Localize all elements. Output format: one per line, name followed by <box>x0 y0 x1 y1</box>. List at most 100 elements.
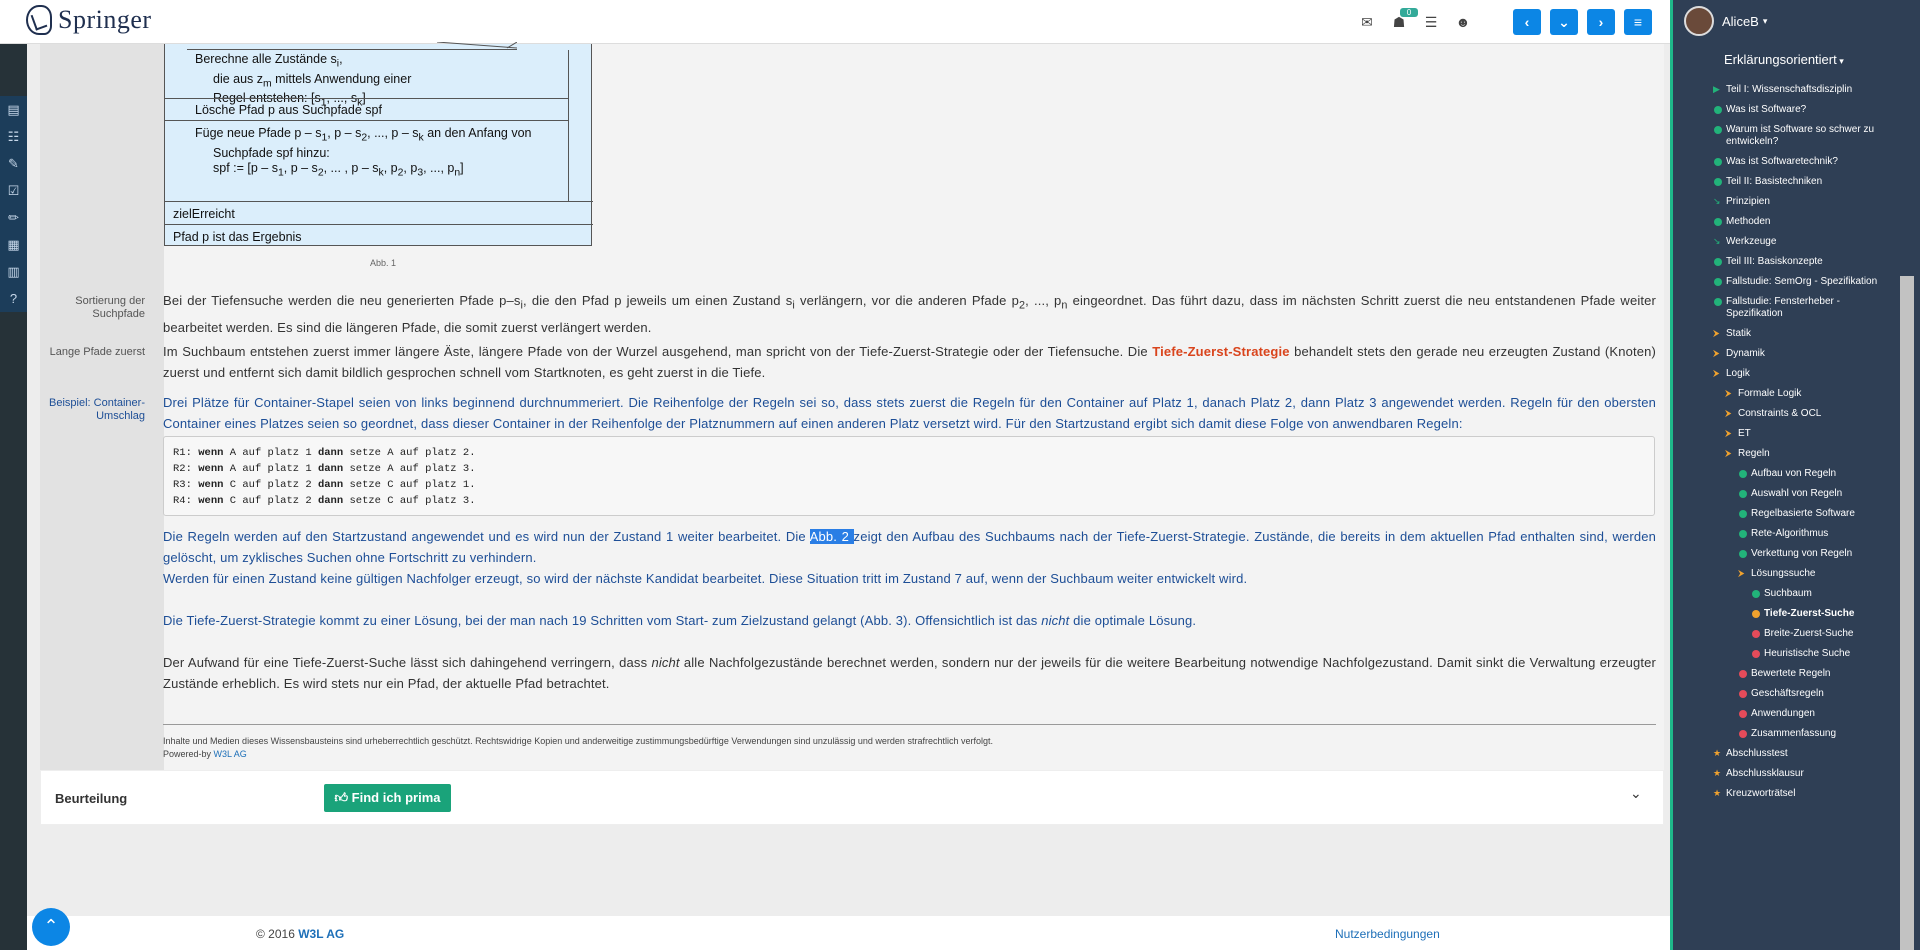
toc-item[interactable]: Was ist Softwaretechnik? <box>1712 152 1897 172</box>
toc-item[interactable]: Zusammenfassung <box>1737 724 1897 744</box>
toc-item[interactable]: ⮞ Dynamik <box>1712 344 1897 364</box>
toc-item[interactable]: Was ist Software? <box>1712 100 1897 120</box>
users-icon[interactable]: ☗ 0 <box>1390 8 1418 31</box>
left-rail: ▤ ☷ ✎ ☑ ✏ ▦ ▥ ? <box>0 44 27 950</box>
toc-item-label: Bewertete Regeln <box>1751 668 1831 679</box>
glossary-link-tiefe-zuerst[interactable]: Tiefe-Zuerst-Strategie <box>1152 344 1289 359</box>
book-icon[interactable]: ▥ <box>0 258 27 285</box>
toc-item-label: Tiefe-Zuerst-Suche <box>1764 608 1855 619</box>
toc-item-label: Werkzeuge <box>1726 236 1777 247</box>
springer-logo[interactable]: Springer <box>26 5 152 35</box>
next-button[interactable]: › <box>1587 9 1615 35</box>
toc-item[interactable]: ⮞ Regeln <box>1724 444 1897 464</box>
toc-item[interactable]: ⮞ ET <box>1724 424 1897 444</box>
caret-down-icon: ▾ <box>1836 56 1844 66</box>
toc-item-label: Teil III: Basiskonzepte <box>1726 256 1823 267</box>
help-icon[interactable]: ? <box>0 285 27 312</box>
toc-item[interactable]: ⮞ Lösungssuche <box>1737 564 1897 584</box>
toc-item[interactable]: ↘ Werkzeuge <box>1712 232 1897 252</box>
paragraph-loesung: Die Tiefe-Zuerst-Strategie kommt zu eine… <box>163 610 1656 631</box>
figure-text: Suchpfade spf hinzu: <box>213 145 330 160</box>
para-text: , ..., p <box>1025 293 1062 308</box>
para-text: , die den Pfad p jeweils um einen Zustan… <box>523 293 793 308</box>
toc-item[interactable]: Fallstudie: SemOrg - Spezifikation <box>1712 272 1897 292</box>
chevron-down-icon[interactable]: ⌄ <box>1630 785 1642 802</box>
toc-item[interactable]: Suchbaum <box>1750 584 1897 604</box>
toc-item[interactable]: Heuristische Suche <box>1750 644 1897 664</box>
toc-item[interactable]: ⮞ Statik <box>1712 324 1897 344</box>
calculator-icon[interactable]: ▦ <box>0 231 27 258</box>
toc-item[interactable]: Aufbau von Regeln <box>1737 464 1897 484</box>
toc-item[interactable]: Fallstudie: Fensterheber - Spezifikation <box>1712 292 1897 324</box>
group-icon[interactable]: ☻ <box>1454 14 1472 31</box>
toc-item[interactable]: Anwendungen <box>1737 704 1897 724</box>
toc-item[interactable]: Geschäftsregeln <box>1737 684 1897 704</box>
like-button[interactable]: 👍︎ Find ich prima <box>324 784 451 812</box>
toc-item[interactable]: ▶ Teil I: Wissenschaftsdisziplin <box>1712 80 1897 100</box>
menu-button[interactable]: ≡ <box>1624 9 1652 35</box>
toc-item-label: Zusammenfassung <box>1751 728 1837 739</box>
scroll-top-button[interactable]: ⌃ <box>32 908 70 946</box>
toc-item[interactable]: Bewertete Regeln <box>1737 664 1897 684</box>
mail-icon[interactable]: ✉ <box>1358 14 1376 31</box>
toc-item[interactable]: Breite-Zuerst-Suche <box>1750 624 1897 644</box>
toc-item[interactable]: ⮞ Formale Logik <box>1724 384 1897 404</box>
checklist-icon[interactable]: ☑ <box>0 177 27 204</box>
toc-item[interactable]: Regelbasierte Software <box>1737 504 1897 524</box>
toc-item[interactable]: Verkettung von Regeln <box>1737 544 1897 564</box>
toc-item[interactable]: Teil II: Basistechniken <box>1712 172 1897 192</box>
toc-item-label: Formale Logik <box>1738 388 1802 399</box>
toc-item[interactable]: Warum ist Software so schwer zu entwicke… <box>1712 120 1897 152</box>
toc-item[interactable]: ↘ Prinzipien <box>1712 192 1897 212</box>
toc-item[interactable]: ⮞ Logik <box>1712 364 1897 384</box>
figure-row-ziel: zielErreicht <box>165 201 593 224</box>
figure-text: mittels Anwendung einer <box>271 71 412 86</box>
toc-item[interactable]: Teil III: Basiskonzepte <box>1712 252 1897 272</box>
figure-text: ] <box>460 160 464 175</box>
toc-item[interactable]: ★ Kreuzworträtsel <box>1712 784 1897 804</box>
figure-text: , p <box>403 160 418 175</box>
notice-divider <box>163 724 1656 725</box>
traffic-light-icon[interactable]: ☷ <box>0 123 27 150</box>
toc-item-label: Abschlussklausur <box>1726 768 1804 779</box>
terms-link[interactable]: Nutzerbedingungen <box>1335 927 1440 941</box>
toc-item[interactable]: Auswahl von Regeln <box>1737 484 1897 504</box>
w3l-link[interactable]: W3L AG <box>214 749 247 759</box>
figure-text: , ... , p – s <box>323 160 379 175</box>
pencil-icon[interactable]: ✏ <box>0 204 27 231</box>
edit-doc-icon[interactable]: ✎ <box>0 150 27 177</box>
paragraph-regeln-angewendet: Die Regeln werden auf den Startzustand a… <box>163 526 1656 589</box>
toc-item-label: Fallstudie: SemOrg - Spezifikation <box>1726 276 1878 287</box>
para-text: Die Regeln werden auf den Startzustand a… <box>163 529 810 544</box>
user-menu[interactable]: AliceB ▾ <box>1684 6 1767 36</box>
expand-arrow-icon: ⮞ <box>1713 328 1720 338</box>
toc-item[interactable]: ⮞ Constraints & OCL <box>1724 404 1897 424</box>
toc-item-label: Lösungssuche <box>1751 568 1816 579</box>
figure-diagonal <box>436 42 517 49</box>
status-dot-icon <box>1714 218 1722 226</box>
code-line: R2: wenn A auf platz 1 dann setze A auf … <box>173 463 476 475</box>
toc-item-label: Suchbaum <box>1764 588 1812 599</box>
toc-item[interactable]: Rete-Algorithmus <box>1737 524 1897 544</box>
toc-item[interactable]: Methoden <box>1712 212 1897 232</box>
figure-abb-1: Berechne alle Zustände si, die aus zm mi… <box>164 42 593 246</box>
prev-button[interactable]: ‹ <box>1513 9 1541 35</box>
company-link[interactable]: W3L AG <box>298 927 344 941</box>
toc-item[interactable]: ★ Abschlussklausur <box>1712 764 1897 784</box>
toc-item[interactable]: ★ Abschlusstest <box>1712 744 1897 764</box>
figure-text: , p – s <box>283 160 318 175</box>
expand-down-button[interactable]: ⌄ <box>1550 9 1578 35</box>
star-icon: ★ <box>1713 788 1722 798</box>
list-indent-icon[interactable]: ☰ <box>1422 14 1440 31</box>
figure-text: , ..., p – s <box>367 126 419 140</box>
mode-dropdown[interactable]: Erklärungsorientiert ▾ <box>1724 52 1844 67</box>
document-icon[interactable]: ▤ <box>0 96 27 123</box>
sidebar-scrollbar[interactable] <box>1900 276 1914 950</box>
toc-item-label: Logik <box>1726 368 1750 379</box>
toc-item-label: Regeln <box>1738 448 1770 459</box>
link-abb-2[interactable]: Abb. 2 <box>809 529 854 544</box>
toc-item[interactable]: Tiefe-Zuerst-Suche <box>1750 604 1897 624</box>
copyright: © 2016 W3L AG <box>256 927 344 941</box>
expand-arrow-icon: ↘ <box>1713 236 1721 246</box>
para-emphasis: nicht <box>651 655 680 670</box>
